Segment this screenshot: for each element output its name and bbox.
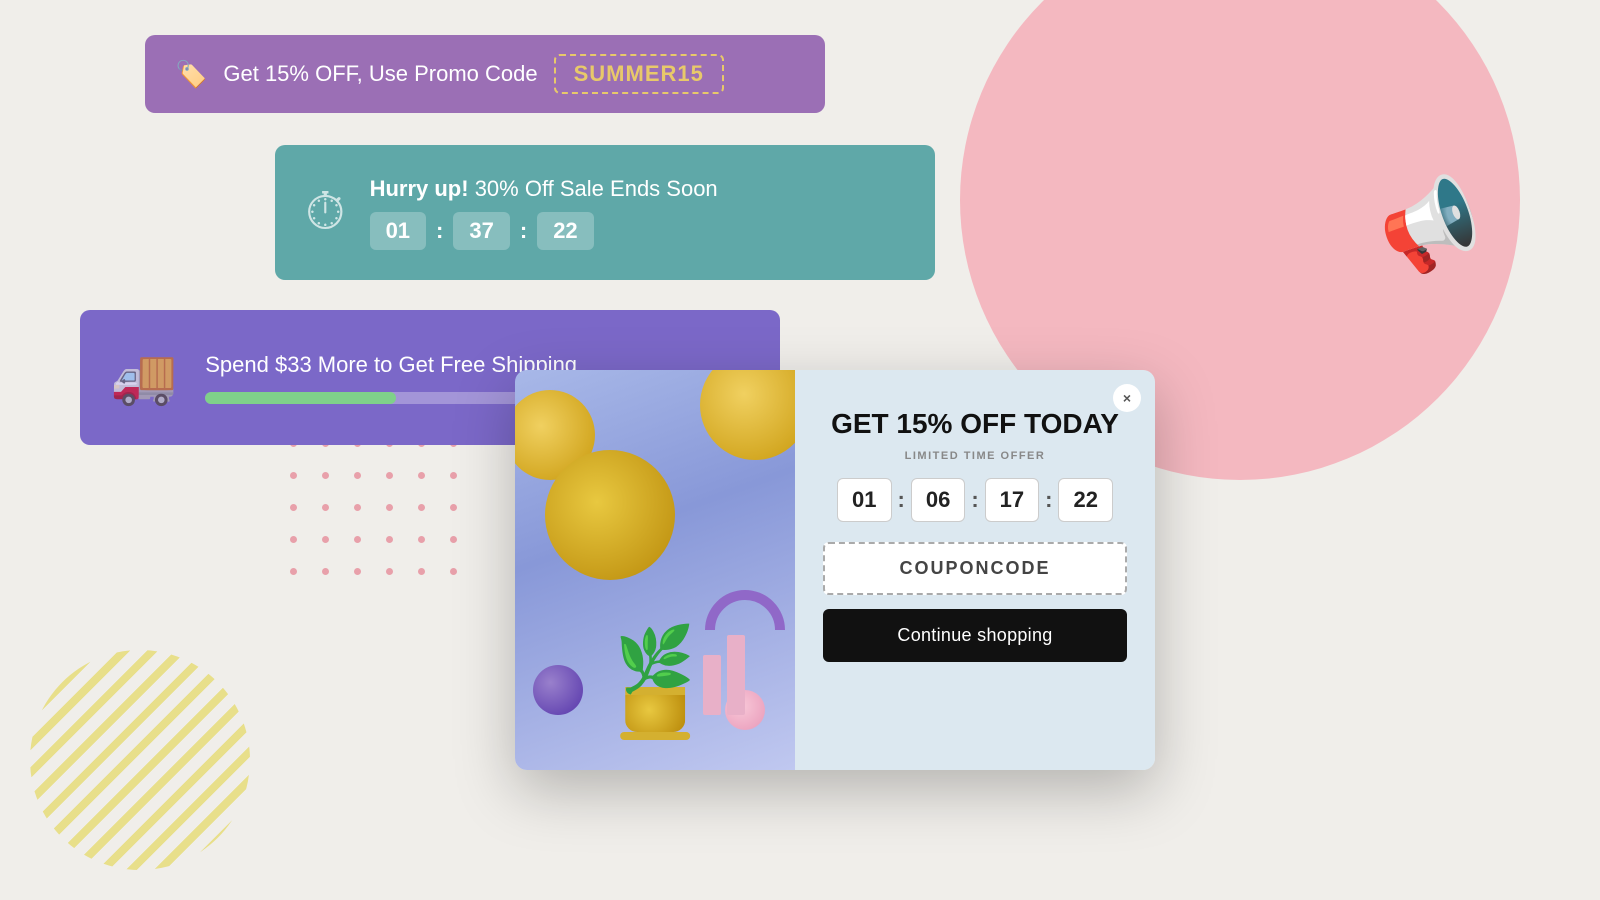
countdown-hours: 01 <box>370 212 426 250</box>
plant-leaves: 🌿 <box>615 622 695 697</box>
banner2-countdown: 01 : 37 : 22 <box>370 212 718 250</box>
popup-seconds-2: 22 <box>1058 478 1112 522</box>
progress-bar-fill <box>205 392 396 404</box>
sale-text: 30% Off Sale Ends Soon <box>475 176 718 201</box>
promo-text-1: Get 15% OFF, Use Promo Code <box>223 61 537 87</box>
bg-yellow-stripe <box>30 650 250 870</box>
truck-icon: 🚚 <box>110 346 177 409</box>
bg-dot-grid <box>290 440 468 586</box>
close-button[interactable]: × <box>1113 384 1141 412</box>
banner2-content: Hurry up! 30% Off Sale Ends Soon 01 : 37… <box>370 176 718 250</box>
promo-code: SUMMER15 <box>554 54 724 94</box>
promo-banner-tag: 🏷️ Get 15% OFF, Use Promo Code SUMMER15 <box>145 35 825 113</box>
popup-countdown: 01 : 06 : 17 : 22 <box>823 478 1127 522</box>
popup-seconds-1: 17 <box>985 478 1039 522</box>
purple-sphere <box>533 665 583 715</box>
continue-shopping-button[interactable]: Continue shopping <box>823 609 1127 662</box>
hurry-text: Hurry up! <box>370 176 469 201</box>
popup-sep-3: : <box>1045 487 1052 513</box>
popup-title: GET 15% OFF TODAY <box>823 408 1127 440</box>
popup-minutes: 06 <box>911 478 965 522</box>
tag-icon: 🏷️ <box>175 59 207 90</box>
countdown-seconds: 22 <box>537 212 593 250</box>
pink-block-2 <box>727 635 745 715</box>
promo-banner-countdown: ⏱ Hurry up! 30% Off Sale Ends Soon 01 : … <box>275 145 935 280</box>
countdown-minutes: 37 <box>453 212 509 250</box>
pink-block-1 <box>703 655 721 715</box>
gold-circle-1 <box>700 370 795 460</box>
plant-container: 🌿 <box>615 622 695 740</box>
popup-hours: 01 <box>837 478 891 522</box>
coupon-code-display: COUPONCODE <box>823 542 1127 595</box>
gold-circle-3 <box>545 450 675 580</box>
plant-base <box>620 732 690 740</box>
popup-image-panel: 🌿 <box>515 370 795 770</box>
countdown-sep-2: : <box>520 218 527 244</box>
popup-sep-1: : <box>898 487 905 513</box>
countdown-sep-1: : <box>436 218 443 244</box>
popup-modal: 🌿 × GET 15% OFF TODAY LIMITED TIME OFFER… <box>515 370 1155 770</box>
popup-subtitle: LIMITED TIME OFFER <box>823 450 1127 462</box>
popup-content-panel: × GET 15% OFF TODAY LIMITED TIME OFFER 0… <box>795 370 1155 770</box>
banner2-text: Hurry up! 30% Off Sale Ends Soon <box>370 176 718 202</box>
pink-blocks <box>703 635 745 715</box>
popup-sep-2: : <box>971 487 978 513</box>
clock-icon: ⏱ <box>305 182 346 243</box>
